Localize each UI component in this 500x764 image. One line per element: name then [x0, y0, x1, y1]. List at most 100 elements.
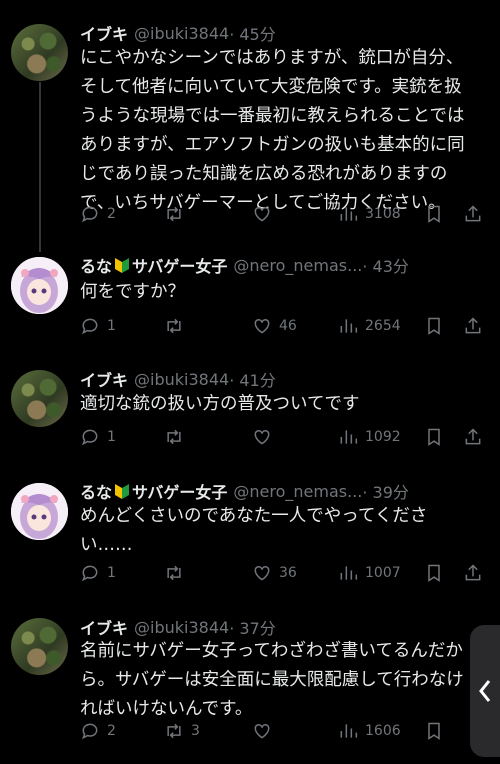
like-count: 46 — [279, 318, 297, 334]
bookmark-button[interactable] — [424, 424, 444, 450]
view-count: 1606 — [365, 723, 401, 739]
timestamp[interactable]: · 39分 — [362, 479, 409, 503]
timestamp[interactable]: · 45分 — [229, 21, 276, 45]
moss-avatar[interactable] — [11, 24, 68, 81]
views-button[interactable]: 1092 — [338, 424, 401, 450]
action-bar: 2 3 1606 — [80, 718, 490, 744]
view-count: 2654 — [365, 318, 401, 334]
tweet-text: 適切な銃の扱い方の普及ついてです — [80, 394, 360, 414]
views-icon — [340, 724, 358, 738]
moss-avatar[interactable] — [11, 370, 68, 427]
retweet-icon — [167, 206, 181, 222]
reply-icon — [81, 206, 98, 223]
views-button[interactable]: 1007 — [338, 560, 401, 586]
thread-line — [39, 82, 41, 252]
retweet-button[interactable] — [164, 201, 191, 227]
reply-button[interactable]: 1 — [80, 424, 116, 450]
bookmark-icon — [428, 564, 440, 582]
share-button[interactable] — [463, 560, 483, 586]
display-name[interactable]: るな — [80, 479, 112, 503]
side-panel-tab[interactable] — [470, 625, 500, 757]
like-count: 36 — [279, 565, 297, 581]
user-handle[interactable]: @ibuki3844 — [134, 618, 229, 637]
reply-icon — [81, 429, 98, 446]
bookmark-button[interactable] — [424, 313, 444, 339]
moss-avatar[interactable] — [11, 618, 68, 675]
action-bar: 2 3108 — [80, 201, 490, 227]
view-count: 3108 — [365, 206, 401, 222]
retweet-icon — [167, 429, 181, 445]
display-name-suffix[interactable]: サバゲー女子 — [132, 479, 227, 503]
heart-icon — [254, 723, 270, 739]
share-icon — [465, 428, 481, 445]
like-button[interactable] — [252, 424, 279, 450]
views-button[interactable]: 2654 — [338, 313, 401, 339]
share-icon — [465, 205, 481, 222]
share-button[interactable] — [463, 424, 483, 450]
views-button[interactable]: 1606 — [338, 718, 401, 744]
heart-icon — [254, 429, 270, 445]
tweet-header: イブキ @ibuki3844 · 45分 — [80, 20, 276, 46]
anime-avatar[interactable] — [11, 257, 68, 314]
like-button[interactable] — [252, 201, 279, 227]
bookmark-button[interactable] — [424, 560, 444, 586]
beginner-mark-icon — [115, 258, 130, 273]
action-bar: 1 46 2654 — [80, 313, 490, 339]
bookmark-icon — [428, 428, 440, 446]
retweet-icon — [167, 318, 181, 334]
heart-icon — [254, 565, 270, 581]
share-button[interactable] — [463, 313, 483, 339]
user-handle[interactable]: @ibuki3844 — [134, 24, 229, 43]
retweet-button[interactable] — [164, 560, 191, 586]
bookmark-button[interactable] — [424, 718, 444, 744]
anime-avatar[interactable] — [11, 483, 68, 540]
retweet-count: 3 — [191, 723, 200, 739]
reply-button[interactable]: 1 — [80, 560, 116, 586]
bookmark-icon — [428, 205, 440, 223]
tweet-header: るな サバゲー女子 @nero_nemas... · 43分 — [80, 252, 409, 278]
display-name[interactable]: イブキ — [80, 21, 128, 45]
action-bar: 1 1092 — [80, 424, 490, 450]
reply-count: 1 — [107, 429, 116, 445]
reply-icon — [81, 723, 98, 740]
retweet-button[interactable]: 3 — [164, 718, 200, 744]
timestamp[interactable]: · 43分 — [362, 253, 409, 277]
user-handle[interactable]: @nero_nemas... — [233, 256, 362, 275]
like-button[interactable] — [252, 718, 279, 744]
retweet-button[interactable] — [164, 424, 191, 450]
bookmark-button[interactable] — [424, 201, 444, 227]
tweet-header: るな サバゲー女子 @nero_nemas... · 39分 — [80, 478, 409, 504]
share-button[interactable] — [463, 201, 483, 227]
retweet-icon — [167, 723, 181, 739]
tweet-text: 何をですか？ — [80, 282, 185, 302]
reply-button[interactable]: 2 — [80, 718, 116, 744]
reply-button[interactable]: 1 — [80, 313, 116, 339]
like-button[interactable]: 46 — [252, 313, 297, 339]
user-handle[interactable]: @nero_nemas... — [233, 482, 362, 501]
reply-count: 2 — [107, 206, 116, 222]
retweet-icon — [167, 565, 181, 581]
retweet-button[interactable] — [164, 313, 191, 339]
view-count: 1007 — [365, 565, 401, 581]
share-icon — [465, 317, 481, 334]
tweet-text: 名前にサバゲー女子ってわざわざ書いてるんだか ら。サバゲーは安全面に最大限配慮し… — [80, 641, 464, 719]
display-name[interactable]: イブキ — [80, 615, 128, 639]
heart-icon — [254, 318, 270, 334]
views-button[interactable]: 3108 — [338, 201, 401, 227]
anime-girl-icon — [11, 257, 68, 314]
user-handle[interactable]: @ibuki3844 — [134, 370, 229, 389]
reply-count: 1 — [107, 318, 116, 334]
reply-button[interactable]: 2 — [80, 201, 116, 227]
timestamp[interactable]: · 41分 — [229, 367, 276, 391]
display-name-suffix[interactable]: サバゲー女子 — [132, 253, 227, 277]
timestamp[interactable]: · 37分 — [229, 615, 276, 639]
display-name[interactable]: るな — [80, 253, 112, 277]
views-icon — [340, 207, 358, 221]
reply-icon — [81, 565, 98, 582]
anime-girl-icon — [11, 483, 68, 540]
like-button[interactable]: 36 — [252, 560, 297, 586]
views-icon — [340, 319, 358, 333]
tweet-text: にこやかなシーンではありますが、銃口が自分、 そして他者に向いていて大変危険です… — [80, 48, 465, 213]
beginner-mark-icon — [115, 484, 130, 499]
display-name[interactable]: イブキ — [80, 367, 128, 391]
